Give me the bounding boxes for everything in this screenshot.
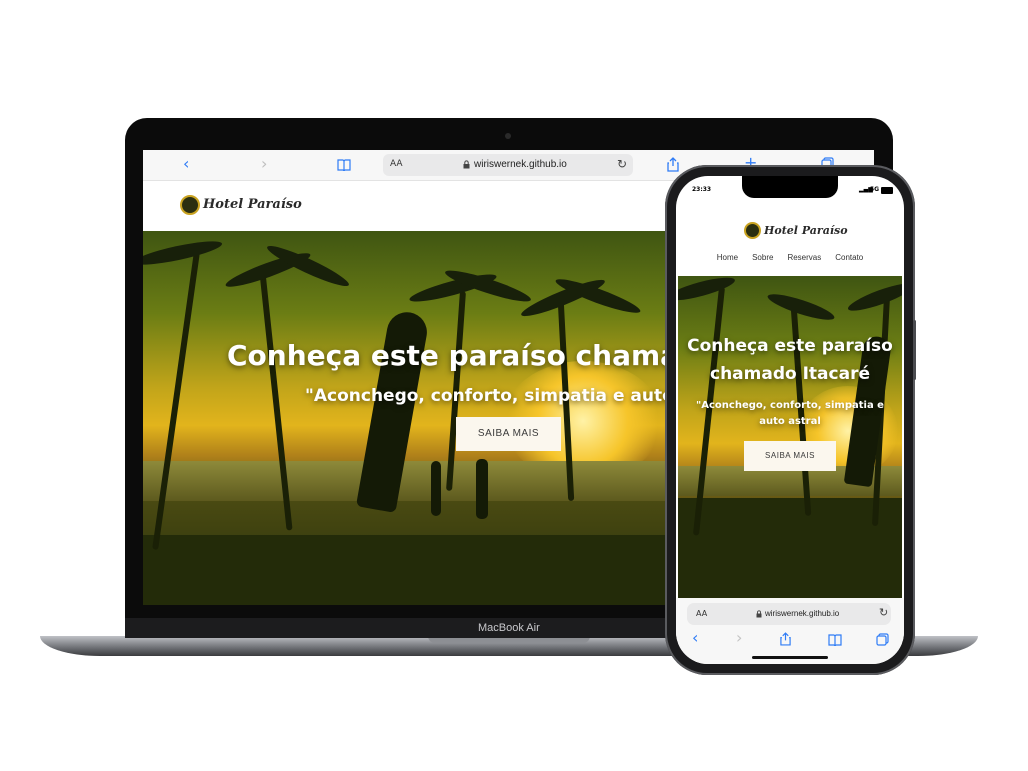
book-icon[interactable] <box>337 159 351 171</box>
laptop-model-label: MacBook Air <box>478 622 540 634</box>
hero-subtitle-line2: auto astral <box>759 416 821 427</box>
saiba-mais-button[interactable]: SAIBA MAIS <box>744 441 836 471</box>
reload-icon[interactable]: ↻ <box>617 157 627 171</box>
home-indicator <box>752 656 828 659</box>
battery-icon <box>881 187 893 194</box>
browser-bottom-bar: AA wiriswernek.github.io ↻ ‹ › <box>676 598 904 664</box>
reader-aa-button[interactable]: AA <box>390 159 403 169</box>
hero-section: Conheça este paraíso chamado Itacaré "Ac… <box>678 276 902 598</box>
address-bar[interactable]: AA wiriswernek.github.io ↻ <box>687 603 891 625</box>
chevron-left-icon[interactable]: ‹ <box>692 628 698 647</box>
hero-title: Conheça este paraíso chamado <box>227 339 719 372</box>
phone-screen: 23:33 ▂▄▆ 5G Hotel Paraíso Home Sobre Re… <box>676 176 904 664</box>
hero-title-line1: Conheça este paraíso <box>687 336 893 356</box>
logo-emblem-icon[interactable] <box>744 222 761 239</box>
nav-contato[interactable]: Contato <box>835 253 863 269</box>
book-icon[interactable] <box>828 634 842 646</box>
hero-subtitle-line1: "Aconchego, conforto, simpatia e <box>696 400 884 411</box>
reload-icon[interactable]: ↻ <box>879 606 888 619</box>
address-bar[interactable]: AA wiriswernek.github.io ↻ <box>383 154 633 176</box>
tabs-icon[interactable] <box>876 633 889 646</box>
nav-home[interactable]: Home <box>717 253 738 269</box>
site-logo[interactable]: Hotel Paraíso <box>203 197 302 212</box>
site-nav: Home Sobre Reservas Contato <box>676 253 904 269</box>
dynamic-notch <box>742 176 838 198</box>
logo-emblem-icon[interactable] <box>180 195 200 215</box>
chevron-right-icon[interactable]: › <box>736 628 742 647</box>
hero-subtitle: "Aconchego, conforto, simpatia e auto a <box>305 386 692 406</box>
chevron-right-icon[interactable]: › <box>261 154 267 173</box>
lock-icon <box>463 160 470 169</box>
nav-sobre[interactable]: Sobre <box>752 253 773 269</box>
chevron-left-icon[interactable]: ‹ <box>183 154 189 173</box>
site-logo[interactable]: Hotel Paraíso <box>764 224 848 237</box>
saiba-mais-button[interactable]: SAIBA MAIS <box>456 417 561 451</box>
phone-side-button <box>913 320 916 380</box>
share-icon[interactable] <box>667 157 679 172</box>
url-text: wiriswernek.github.io <box>765 609 840 618</box>
status-time: 23:33 <box>692 186 712 193</box>
network-label: 5G <box>870 186 880 193</box>
nav-reservas[interactable]: Reservas <box>787 253 821 269</box>
lock-icon <box>756 610 762 618</box>
reader-aa-button[interactable]: AA <box>696 609 707 618</box>
laptop-camera <box>505 133 511 139</box>
url-text: wiriswernek.github.io <box>474 159 567 170</box>
share-icon[interactable] <box>780 632 791 646</box>
hero-title-line2: chamado Itacaré <box>710 364 870 384</box>
